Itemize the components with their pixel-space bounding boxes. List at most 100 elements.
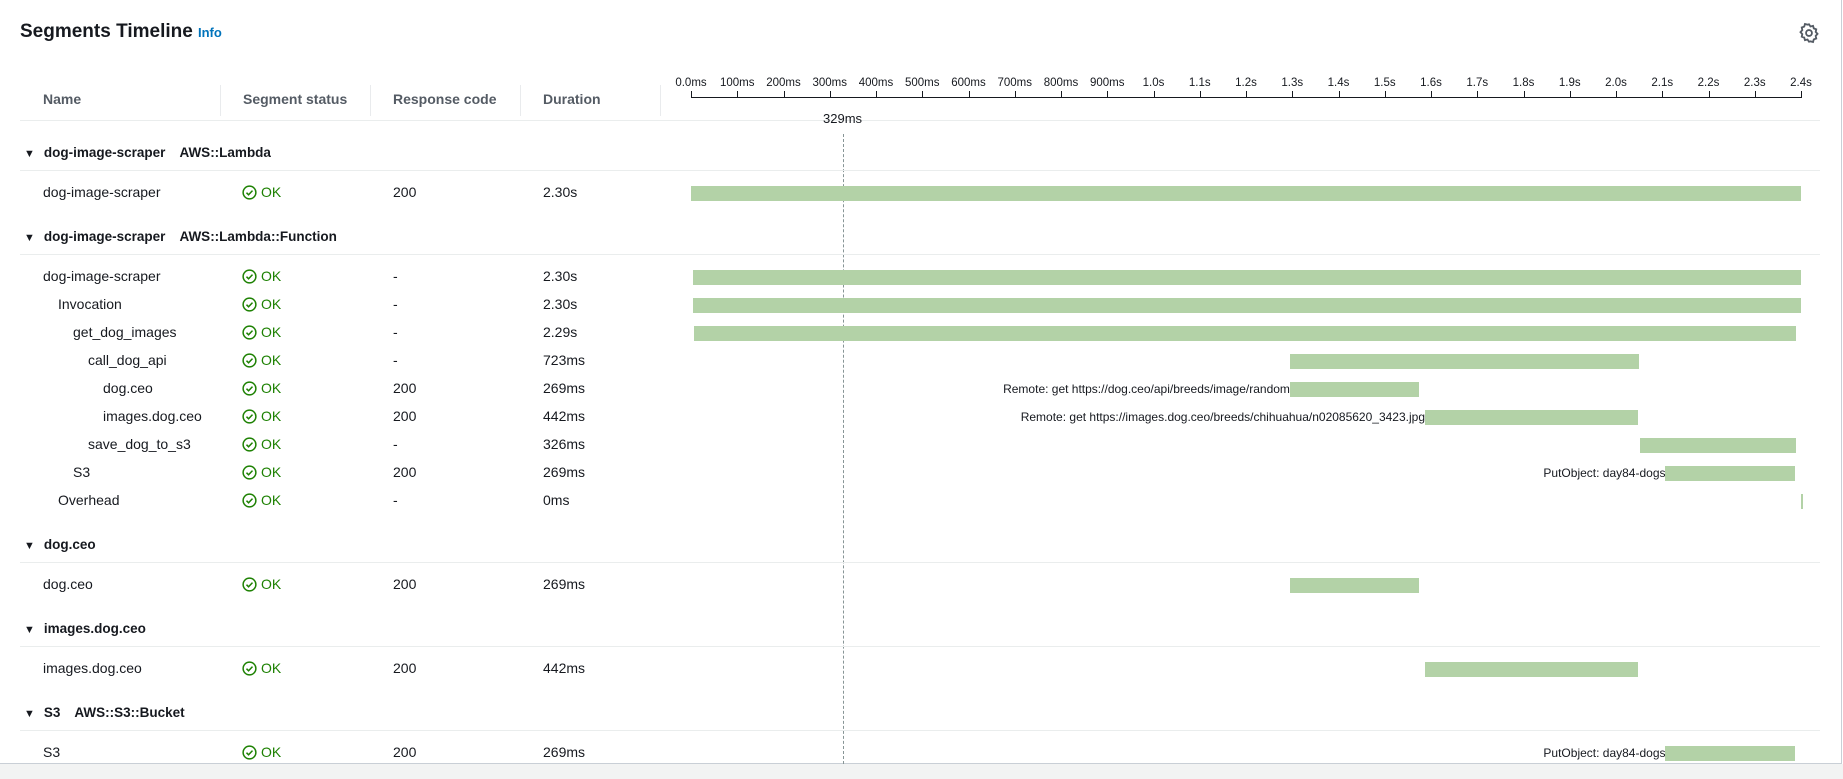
segment-name[interactable]: S3 (43, 744, 60, 760)
segment-name[interactable]: save_dog_to_s3 (88, 436, 191, 452)
segment-name[interactable]: dog-image-scraper (43, 184, 161, 200)
gear-icon[interactable] (1798, 22, 1820, 44)
axis-tick-label: 1.8s (1512, 77, 1535, 89)
timeline-bar[interactable] (1640, 438, 1797, 453)
status-ok: OK (242, 184, 281, 200)
axis-tick-label: 900ms (1089, 77, 1125, 89)
duration: 442ms (543, 408, 586, 424)
segment-name[interactable]: images.dog.ceo (103, 408, 202, 424)
caret-down-icon[interactable]: ▼ (24, 624, 35, 636)
segment-name[interactable]: S3 (73, 464, 90, 480)
status-ok: OK (242, 408, 281, 424)
timeline-bar[interactable] (1665, 746, 1796, 761)
check-circle-icon (242, 353, 257, 368)
group-header[interactable]: ▼ dog-image-scraper AWS::Lambda (24, 145, 271, 160)
check-circle-icon (242, 269, 257, 284)
axis-tick-label: 1.5s (1373, 77, 1396, 89)
group-name: dog-image-scraper (43, 145, 166, 160)
segments-timeline-panel: Segments Timeline Info Name Segment stat… (0, 0, 1842, 764)
duration: 2.30s (543, 184, 578, 200)
timeline-bar[interactable] (694, 326, 1797, 341)
segment-name[interactable]: get_dog_images (73, 324, 177, 340)
response-code: - (393, 296, 398, 312)
status-ok: OK (242, 352, 281, 368)
status-ok: OK (242, 296, 281, 312)
axis-tick-label: 800ms (1043, 77, 1079, 89)
axis-tick-label: 1.9s (1558, 77, 1581, 89)
status-ok: OK (242, 436, 281, 452)
group-divider (20, 254, 1820, 255)
group-name: dog.ceo (43, 537, 96, 552)
response-code: 200 (393, 744, 417, 760)
check-circle-icon (242, 185, 257, 200)
timeline-bar[interactable] (1665, 466, 1796, 481)
response-code: 200 (393, 660, 417, 676)
check-circle-icon (242, 437, 257, 452)
cursor-time-label: 329ms (823, 111, 863, 126)
segment-name[interactable]: call_dog_api (88, 352, 167, 368)
column-header-duration[interactable]: Duration (543, 91, 601, 107)
axis-tick-label: 1.0s (1142, 77, 1165, 89)
timeline-bar[interactable] (1424, 410, 1639, 425)
caret-down-icon[interactable]: ▼ (24, 148, 35, 160)
bar-label: PutObject: day84-dogs (1543, 746, 1666, 760)
axis-tick-label: 100ms (719, 77, 755, 89)
column-header-segment-status[interactable]: Segment status (243, 91, 347, 107)
response-code: 200 (393, 408, 417, 424)
segment-name[interactable]: Invocation (58, 296, 122, 312)
group-divider (20, 170, 1820, 171)
timeline-bar[interactable] (691, 186, 1801, 201)
column-header-response-code[interactable]: Response code (393, 91, 496, 107)
group-name: S3 (43, 705, 61, 720)
axis-tick-label: 1.7s (1466, 77, 1489, 89)
check-circle-icon (242, 465, 257, 480)
group-name: images.dog.ceo (43, 621, 146, 636)
segment-name[interactable]: dog.ceo (43, 576, 93, 592)
caret-down-icon[interactable]: ▼ (24, 232, 35, 244)
segment-name[interactable]: Overhead (58, 492, 119, 508)
duration: 723ms (543, 352, 586, 368)
status-ok: OK (242, 744, 281, 760)
check-circle-icon (242, 577, 257, 592)
segment-name[interactable]: images.dog.ceo (43, 660, 142, 676)
group-header[interactable]: ▼ S3 AWS::S3::Bucket (24, 705, 185, 720)
timeline-bar[interactable] (1801, 494, 1803, 509)
check-circle-icon (242, 661, 257, 676)
duration: 269ms (543, 380, 586, 396)
duration: 269ms (543, 464, 586, 480)
caret-down-icon[interactable]: ▼ (24, 708, 35, 720)
status-text: OK (261, 296, 282, 312)
segment-name[interactable]: dog.ceo (103, 380, 153, 396)
duration: 2.30s (543, 296, 578, 312)
axis-tick-label: 2.2s (1697, 77, 1720, 89)
timeline-bar[interactable] (693, 298, 1801, 313)
timeline-bar[interactable] (693, 270, 1801, 285)
group-header[interactable]: ▼ dog-image-scraper AWS::Lambda::Function (24, 229, 337, 244)
group-header[interactable]: ▼ images.dog.ceo (24, 621, 146, 636)
timeline-bar[interactable] (1289, 578, 1420, 593)
response-code: - (393, 352, 398, 368)
caret-down-icon[interactable]: ▼ (24, 540, 35, 552)
info-link[interactable]: Info (198, 25, 222, 40)
timeline-bar[interactable] (1289, 354, 1640, 369)
response-code: 200 (393, 184, 417, 200)
duration: 2.29s (543, 324, 578, 340)
status-text: OK (261, 464, 282, 480)
status-text: OK (261, 660, 282, 676)
cursor-line (842, 134, 844, 764)
check-circle-icon (242, 297, 257, 312)
bar-label: Remote: get https://images.dog.ceo/breed… (1020, 410, 1425, 424)
timeline-bar[interactable] (1289, 382, 1420, 397)
group-header[interactable]: ▼ dog.ceo (24, 537, 96, 552)
timeline-bar[interactable] (1424, 662, 1639, 677)
axis-tick-label: 700ms (997, 77, 1033, 89)
segment-name[interactable]: dog-image-scraper (43, 268, 161, 284)
status-text: OK (261, 576, 282, 592)
axis-tick-label: 2.4s (1790, 77, 1812, 89)
group-type: AWS::Lambda (179, 145, 271, 160)
response-code: - (393, 324, 398, 340)
axis-tick-label: 0.0ms (675, 77, 707, 89)
axis-tick-label: 1.6s (1420, 77, 1442, 89)
status-ok: OK (242, 660, 281, 676)
column-header-name[interactable]: Name (43, 91, 81, 107)
